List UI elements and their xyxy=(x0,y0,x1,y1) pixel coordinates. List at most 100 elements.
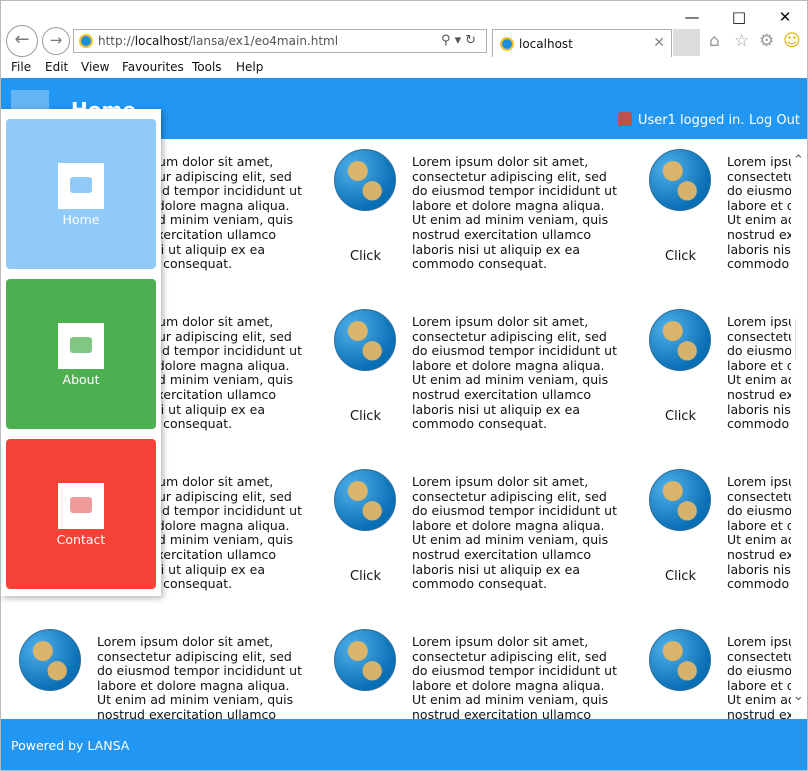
menu-tile-home[interactable]: Home xyxy=(6,119,156,269)
back-icon[interactable]: ← xyxy=(6,25,38,57)
paragraph-line: laboris nisi ut aliquip ex ea xyxy=(727,241,791,257)
paragraph-line: nostrud exercitation ullamco xyxy=(97,706,277,719)
paragraph-line: laboris nisi ut aliquip ex ea xyxy=(727,401,791,417)
paragraph-line: consectetur adipiscing elit, sed xyxy=(97,648,292,664)
globe-icon[interactable] xyxy=(334,309,396,371)
paragraph-line: Lorem ipsum dolor sit amet, xyxy=(412,474,589,489)
browser-chrome: — □ ✕ ← → http://localhost/lansa/ex1/eo4… xyxy=(1,1,807,59)
close-tab-icon[interactable]: ✕ xyxy=(653,35,665,51)
globe-icon[interactable] xyxy=(649,469,711,531)
paragraph-line: Ut enim ad minim veniam, quis xyxy=(412,372,609,388)
paragraph-line: labore et dolore magna aliqua. xyxy=(727,357,791,373)
paragraph-line: labore et dolore magna aliqua. xyxy=(412,357,605,373)
paragraph-line: Ut enim ad minim veniam, quis xyxy=(97,692,294,708)
home-icon[interactable]: ⌂ xyxy=(709,31,720,51)
menu-edit[interactable]: Edit xyxy=(45,60,68,74)
paragraph-line: Ut enim ad minim veniam, quis xyxy=(412,212,609,228)
paragraph-line: consectetur adipiscing elit, sed xyxy=(727,488,791,504)
globe-icon[interactable] xyxy=(334,469,396,531)
lorem-paragraph: Lorem ipsum dolor sit amet,consectetur a… xyxy=(412,314,622,432)
paragraph-line: nostrud exercitation ullamco xyxy=(412,706,592,719)
ie-tab-icon xyxy=(500,37,514,51)
paragraph-line: laboris nisi ut aliquip ex ea xyxy=(412,401,580,417)
paragraph-line: commodo consequat. xyxy=(727,256,791,272)
browser-tab[interactable]: localhost ✕ xyxy=(492,29,672,57)
paragraph-line: nostrud exercitation ullamco xyxy=(412,226,592,242)
new-tab-button[interactable] xyxy=(673,29,700,56)
click-link[interactable]: Click xyxy=(350,409,381,424)
menu-tile-about[interactable]: About xyxy=(6,279,156,429)
globe-icon[interactable] xyxy=(19,629,81,691)
click-link[interactable]: Click xyxy=(350,249,381,264)
close-window-button[interactable]: ✕ xyxy=(774,7,796,27)
vertical-scrollbar[interactable]: ⌃ ⌄ xyxy=(791,139,807,719)
menu-tile-label: Home xyxy=(62,212,100,227)
globe-icon[interactable] xyxy=(649,149,711,211)
paragraph-line: laboris nisi ut aliquip ex ea xyxy=(412,561,580,577)
menu-tile-label: About xyxy=(62,372,100,387)
paragraph-line: Lorem ipsum dolor sit amet, xyxy=(727,474,791,489)
lorem-paragraph: Lorem ipsum dolor sit amet,consectetur a… xyxy=(727,314,791,432)
paragraph-line: commodo consequat. xyxy=(412,256,548,272)
scroll-down-icon[interactable]: ⌄ xyxy=(793,689,804,704)
paragraph-line: Lorem ipsum dolor sit amet, xyxy=(727,314,791,329)
logout-link[interactable]: Log Out xyxy=(749,113,800,128)
address-bar[interactable]: http://localhost/lansa/ex1/eo4main.html … xyxy=(73,29,487,53)
favorites-star-icon[interactable]: ☆ xyxy=(734,31,749,51)
menu-bar: File Edit View Favourites Tools Help xyxy=(1,59,807,77)
paragraph-line: do eiusmod tempor incididunt ut xyxy=(727,183,791,199)
paragraph-line: consectetur adipiscing elit, sed xyxy=(727,168,791,184)
lorem-paragraph: Lorem ipsum dolor sit amet,consectetur a… xyxy=(412,154,622,272)
settings-gear-icon[interactable]: ⚙ xyxy=(759,31,774,51)
menu-view[interactable]: View xyxy=(81,60,109,74)
paragraph-line: labore et dolore magna aliqua. xyxy=(412,677,605,693)
maximize-button[interactable]: □ xyxy=(728,7,750,27)
click-link[interactable]: Click xyxy=(665,569,696,584)
paragraph-line: consectetur adipiscing elit, sed xyxy=(412,648,607,664)
paragraph-line: Lorem ipsum dolor sit amet, xyxy=(727,634,791,649)
user-status-text: User1 logged in. xyxy=(638,113,745,128)
globe-icon[interactable] xyxy=(649,309,711,371)
paragraph-line: Lorem ipsum dolor sit amet, xyxy=(412,154,589,169)
menu-help[interactable]: Help xyxy=(236,60,263,74)
globe-icon[interactable] xyxy=(334,149,396,211)
lorem-paragraph: Lorem ipsum dolor sit amet,consectetur a… xyxy=(97,634,307,719)
menu-tile-contact[interactable]: Contact xyxy=(6,439,156,589)
scroll-up-icon[interactable]: ⌃ xyxy=(793,153,804,168)
menu-tile-label: Contact xyxy=(56,532,106,547)
menu-file[interactable]: File xyxy=(11,60,31,74)
address-tools[interactable]: ⚲▾↻ xyxy=(441,33,480,48)
paragraph-line: nostrud exercitation ullamco xyxy=(727,706,791,719)
forward-icon[interactable]: → xyxy=(42,27,70,55)
ie-icon xyxy=(79,34,93,48)
lorem-paragraph: Lorem ipsum dolor sit amet,consectetur a… xyxy=(727,474,791,592)
paragraph-line: consectetur adipiscing elit, sed xyxy=(727,648,791,664)
paragraph-line: Ut enim ad minim veniam, quis xyxy=(727,692,791,708)
footer-text: Powered by LANSA xyxy=(11,738,130,753)
globe-icon[interactable] xyxy=(649,629,711,691)
side-menu: Home About Contact xyxy=(1,109,161,596)
globe-icon[interactable] xyxy=(334,629,396,691)
paragraph-line: Lorem ipsum dolor sit amet, xyxy=(97,634,274,649)
click-link[interactable]: Click xyxy=(665,249,696,264)
scroll-thumb[interactable] xyxy=(795,319,804,359)
paragraph-line: nostrud exercitation ullamco xyxy=(412,386,592,402)
paragraph-line: laboris nisi ut aliquip ex ea xyxy=(727,561,791,577)
paragraph-line: consectetur adipiscing elit, sed xyxy=(412,168,607,184)
lorem-paragraph: Lorem ipsum dolor sit amet,consectetur a… xyxy=(727,634,791,719)
paragraph-line: do eiusmod tempor incididunt ut xyxy=(412,503,617,519)
minimize-button[interactable]: — xyxy=(681,7,703,27)
paragraph-line: commodo consequat. xyxy=(412,576,548,592)
paragraph-line: labore et dolore magna aliqua. xyxy=(97,677,290,693)
smiley-feedback-icon[interactable]: ☺ xyxy=(783,31,801,51)
click-link[interactable]: Click xyxy=(665,409,696,424)
paragraph-line: laboris nisi ut aliquip ex ea xyxy=(412,241,580,257)
paragraph-line: do eiusmod tempor incididunt ut xyxy=(412,343,617,359)
paragraph-line: do eiusmod tempor incididunt ut xyxy=(412,663,617,679)
paragraph-line: commodo consequat. xyxy=(412,416,548,432)
click-link[interactable]: Click xyxy=(350,569,381,584)
paragraph-line: Ut enim ad minim veniam, quis xyxy=(727,372,791,388)
menu-favourites[interactable]: Favourites xyxy=(122,60,184,74)
paragraph-line: labore et dolore magna aliqua. xyxy=(412,517,605,533)
menu-tools[interactable]: Tools xyxy=(192,60,222,74)
